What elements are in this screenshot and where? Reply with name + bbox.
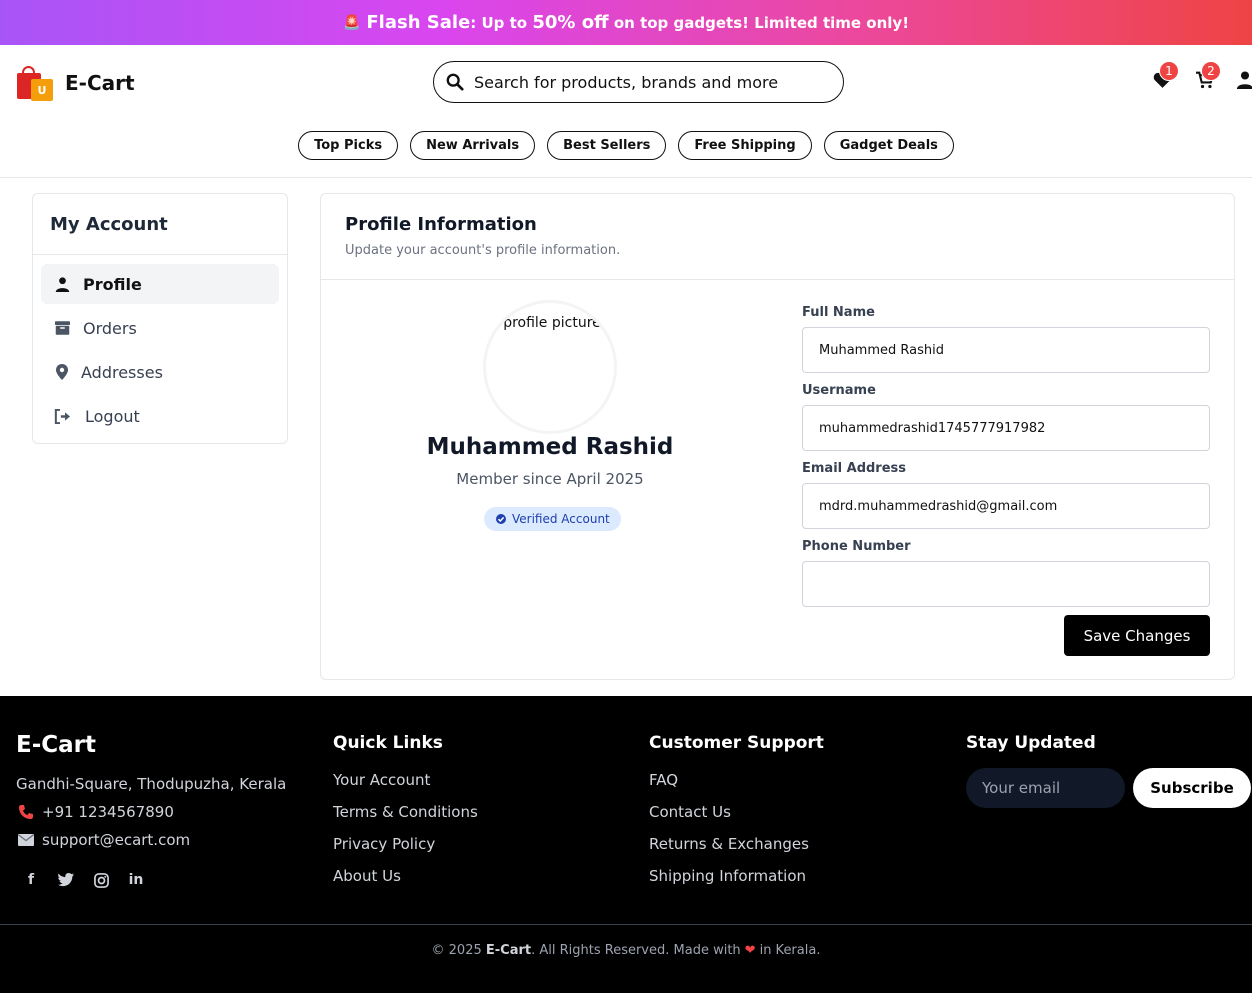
user-icon <box>1236 71 1252 89</box>
brand-name: E-Cart <box>65 71 135 95</box>
flash-text-2: on top gadgets! Limited time only! <box>608 13 910 32</box>
footer-link-returns[interactable]: Returns & Exchanges <box>649 835 809 853</box>
account-sidebar: My Account Profile Orders Addresses Logo… <box>32 193 288 444</box>
footer-link-faq[interactable]: FAQ <box>649 771 678 789</box>
cart-count-badge: 2 <box>1201 61 1221 81</box>
check-circle-icon <box>496 514 506 524</box>
email-field[interactable]: mdrd.muhammedrashid@gmail.com <box>802 483 1210 529</box>
flash-highlight: 50% off <box>532 12 609 33</box>
profile-card-header: Profile Information Update your account'… <box>321 194 1234 280</box>
full-name-field[interactable]: Muhammed Rashid <box>802 327 1210 373</box>
footer-phone-text: +91 1234567890 <box>42 803 174 821</box>
avatar[interactable]: profile picture <box>483 300 617 434</box>
avatar-alt-text: profile picture <box>503 315 601 331</box>
copyright-prefix: © 2025 <box>431 943 486 958</box>
facebook-icon[interactable]: f <box>22 871 40 889</box>
category-pill-gadget-deals[interactable]: Gadget Deals <box>823 131 954 160</box>
search-input[interactable] <box>474 72 814 92</box>
sidebar-item-addresses[interactable]: Addresses <box>41 352 279 392</box>
quick-links-title: Quick Links <box>333 733 443 753</box>
category-pill-top-picks[interactable]: Top Picks <box>298 131 399 160</box>
phone-field[interactable] <box>802 561 1210 607</box>
username-field[interactable]: muhammedrashid1745777917982 <box>802 405 1210 451</box>
site-header: U E-Cart 1 2 <box>0 45 1252 178</box>
logo-letter: U <box>31 79 53 101</box>
footer-link-privacy[interactable]: Privacy Policy <box>333 835 435 853</box>
account-button[interactable] <box>1236 71 1252 93</box>
footer-link-your-account[interactable]: Your Account <box>333 771 430 789</box>
search-icon[interactable] <box>446 73 464 91</box>
sidebar-item-logout[interactable]: Logout <box>41 396 279 436</box>
newsletter-email-input[interactable]: Your email <box>966 768 1125 808</box>
cart-button[interactable]: 2 <box>1195 61 1221 93</box>
phone-label: Phone Number <box>802 539 911 554</box>
full-name-label: Full Name <box>802 305 875 320</box>
copyright: © 2025 E-Cart. All Rights Reserved. Made… <box>0 943 1252 958</box>
sidebar-item-label: Addresses <box>81 362 163 382</box>
heart-icon: ❤ <box>744 943 756 958</box>
flash-text-1: : Up to <box>470 13 533 32</box>
verified-label: Verified Account <box>512 512 610 526</box>
sidebar-item-label: Orders <box>83 318 137 338</box>
flash-sale-banner: 🚨 Flash Sale : Up to 50% off on top gadg… <box>0 0 1252 45</box>
copyright-suffix: in Kerala. <box>759 943 821 958</box>
profile-subtitle: Update your account's profile informatio… <box>345 243 621 258</box>
footer-link-contact[interactable]: Contact Us <box>649 803 731 821</box>
newsletter-title: Stay Updated <box>966 733 1096 753</box>
site-footer: E-Cart Gandhi-Square, Thodupuzha, Kerala… <box>0 696 1252 993</box>
footer-phone: +91 1234567890 <box>16 803 174 821</box>
copyright-mid: . All Rights Reserved. Made with <box>531 943 741 958</box>
subscribe-button[interactable]: Subscribe <box>1133 768 1251 808</box>
wishlist-button[interactable]: 1 <box>1153 61 1179 93</box>
box-icon <box>53 321 71 335</box>
wishlist-count-badge: 1 <box>1159 61 1179 81</box>
twitter-icon[interactable] <box>57 871 75 889</box>
save-changes-button[interactable]: Save Changes <box>1064 615 1210 656</box>
search-bar <box>433 61 844 103</box>
category-pill-new-arrivals[interactable]: New Arrivals <box>410 131 536 160</box>
category-pill-best-sellers[interactable]: Best Sellers <box>547 131 667 160</box>
instagram-icon[interactable] <box>92 871 110 889</box>
footer-link-shipping[interactable]: Shipping Information <box>649 867 806 885</box>
footer-divider <box>0 924 1252 925</box>
shopping-bag-icon: U <box>17 65 55 101</box>
profile-title: Profile Information <box>345 214 537 235</box>
brand-logo[interactable]: U E-Cart <box>17 65 135 101</box>
phone-icon <box>16 804 36 820</box>
siren-icon: 🚨 <box>342 14 361 31</box>
category-pill-free-shipping[interactable]: Free Shipping <box>678 131 812 160</box>
footer-link-terms[interactable]: Terms & Conditions <box>333 803 478 821</box>
user-icon <box>53 276 71 292</box>
sidebar-item-profile[interactable]: Profile <box>41 264 279 304</box>
sidebar-title: My Account <box>33 194 287 255</box>
social-links: f in <box>22 871 145 889</box>
copyright-brand: E-Cart <box>485 943 532 958</box>
footer-address: Gandhi-Square, Thodupuzha, Kerala <box>16 775 287 793</box>
map-pin-icon <box>53 364 71 380</box>
member-since: Member since April 2025 <box>456 470 644 488</box>
logout-icon <box>53 408 71 424</box>
profile-card: Profile Information Update your account'… <box>320 193 1235 680</box>
footer-link-about[interactable]: About Us <box>333 867 401 885</box>
sidebar-item-label: Profile <box>83 274 142 294</box>
verified-badge: Verified Account <box>484 507 621 531</box>
sidebar-item-label: Logout <box>85 406 140 426</box>
username-label: Username <box>802 383 876 398</box>
category-pills: Top Picks New Arrivals Best Sellers Free… <box>0 131 1252 160</box>
email-label: Email Address <box>802 461 907 476</box>
footer-email: support@ecart.com <box>16 831 190 849</box>
flash-sale-label: Flash Sale <box>366 12 471 33</box>
footer-brand: E-Cart <box>16 732 96 758</box>
profile-name: Muhammed Rashid <box>426 434 674 460</box>
sidebar-item-orders[interactable]: Orders <box>41 308 279 348</box>
footer-email-text: support@ecart.com <box>42 831 191 849</box>
linkedin-icon[interactable]: in <box>127 871 145 889</box>
envelope-icon <box>16 834 36 846</box>
support-title: Customer Support <box>649 733 824 753</box>
